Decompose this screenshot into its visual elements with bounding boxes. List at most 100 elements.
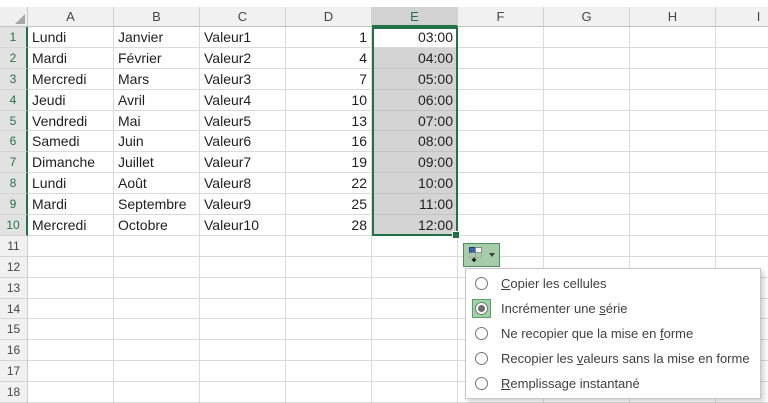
row-header-11[interactable]: 11 <box>0 235 28 257</box>
cell-E7[interactable]: 09:00 <box>372 152 458 174</box>
cell-G11[interactable] <box>544 235 630 257</box>
cell-D4[interactable]: 10 <box>286 89 372 111</box>
cell-E18[interactable] <box>372 382 458 403</box>
cell-A18[interactable] <box>28 382 114 403</box>
cell-G10[interactable] <box>544 215 630 236</box>
cell-B5[interactable]: Mai <box>114 110 200 132</box>
cell-C3[interactable]: Valeur3 <box>200 68 286 90</box>
cell-A15[interactable] <box>28 319 114 341</box>
cell-B16[interactable] <box>114 340 200 362</box>
cell-A16[interactable] <box>28 340 114 362</box>
cell-E8[interactable]: 10:00 <box>372 173 458 195</box>
cell-C9[interactable]: Valeur9 <box>200 194 286 216</box>
cell-C2[interactable]: Valeur2 <box>200 47 286 69</box>
fill-options-button[interactable] <box>463 243 500 267</box>
cell-B15[interactable] <box>114 319 200 341</box>
cell-A9[interactable]: Mardi <box>28 194 114 216</box>
cell-H2[interactable] <box>630 47 716 69</box>
cell-E15[interactable] <box>372 319 458 341</box>
cell-I1[interactable] <box>716 27 768 48</box>
cell-C17[interactable] <box>200 361 286 383</box>
cell-G4[interactable] <box>544 89 630 111</box>
cell-D18[interactable] <box>286 382 372 403</box>
row-header-1[interactable]: 1 <box>0 27 28 48</box>
cell-E10[interactable]: 12:00 <box>372 215 458 236</box>
row-header-10[interactable]: 10 <box>0 215 28 236</box>
column-header-I[interactable]: I <box>716 7 768 27</box>
cell-A7[interactable]: Dimanche <box>28 152 114 174</box>
cell-E12[interactable] <box>372 256 458 278</box>
cell-B14[interactable] <box>114 298 200 320</box>
row-header-13[interactable]: 13 <box>0 277 28 299</box>
cell-D14[interactable] <box>286 298 372 320</box>
cell-G2[interactable] <box>544 47 630 69</box>
row-header-8[interactable]: 8 <box>0 173 28 195</box>
cell-I8[interactable] <box>716 173 768 195</box>
cell-C16[interactable] <box>200 340 286 362</box>
row-header-7[interactable]: 7 <box>0 152 28 174</box>
cell-A17[interactable] <box>28 361 114 383</box>
cell-D9[interactable]: 25 <box>286 194 372 216</box>
radio-icon[interactable] <box>472 324 491 343</box>
cell-I7[interactable] <box>716 152 768 174</box>
cell-B9[interactable]: Septembre <box>114 194 200 216</box>
cell-C10[interactable]: Valeur10 <box>200 215 286 236</box>
row-header-5[interactable]: 5 <box>0 110 28 132</box>
cell-C18[interactable] <box>200 382 286 403</box>
cell-F9[interactable] <box>458 194 544 216</box>
cell-G5[interactable] <box>544 110 630 132</box>
cell-G9[interactable] <box>544 194 630 216</box>
cell-I11[interactable] <box>716 235 768 257</box>
cell-A6[interactable]: Samedi <box>28 131 114 153</box>
cell-I10[interactable] <box>716 215 768 236</box>
cell-B13[interactable] <box>114 277 200 299</box>
column-header-B[interactable]: B <box>114 7 200 27</box>
cell-H7[interactable] <box>630 152 716 174</box>
cell-B18[interactable] <box>114 382 200 403</box>
cell-F2[interactable] <box>458 47 544 69</box>
cell-E3[interactable]: 05:00 <box>372 68 458 90</box>
cell-D10[interactable]: 28 <box>286 215 372 236</box>
cell-A10[interactable]: Mercredi <box>28 215 114 236</box>
cell-D13[interactable] <box>286 277 372 299</box>
cell-A3[interactable]: Mercredi <box>28 68 114 90</box>
cell-B1[interactable]: Janvier <box>114 27 200 48</box>
cell-E11[interactable] <box>372 235 458 257</box>
cell-A5[interactable]: Vendredi <box>28 110 114 132</box>
cell-F3[interactable] <box>458 68 544 90</box>
cell-B8[interactable]: Août <box>114 173 200 195</box>
cell-D6[interactable]: 16 <box>286 131 372 153</box>
cell-C11[interactable] <box>200 235 286 257</box>
cell-E9[interactable]: 11:00 <box>372 194 458 216</box>
row-header-4[interactable]: 4 <box>0 89 28 111</box>
cell-D12[interactable] <box>286 256 372 278</box>
cell-E2[interactable]: 04:00 <box>372 47 458 69</box>
row-header-12[interactable]: 12 <box>0 256 28 278</box>
column-header-G[interactable]: G <box>544 7 630 27</box>
cell-E14[interactable] <box>372 298 458 320</box>
cell-A1[interactable]: Lundi <box>28 27 114 48</box>
cell-F8[interactable] <box>458 173 544 195</box>
cell-H4[interactable] <box>630 89 716 111</box>
fill-menu-item-3[interactable]: Ne recopier que la mise en forme <box>466 321 760 346</box>
cell-H11[interactable] <box>630 235 716 257</box>
cell-D7[interactable]: 19 <box>286 152 372 174</box>
cell-E1[interactable]: 03:00 <box>372 27 458 48</box>
cell-I6[interactable] <box>716 131 768 153</box>
cell-B2[interactable]: Février <box>114 47 200 69</box>
cell-C6[interactable]: Valeur6 <box>200 131 286 153</box>
column-header-C[interactable]: C <box>200 7 286 27</box>
cell-D2[interactable]: 4 <box>286 47 372 69</box>
cell-C7[interactable]: Valeur7 <box>200 152 286 174</box>
cell-H3[interactable] <box>630 68 716 90</box>
cell-D8[interactable]: 22 <box>286 173 372 195</box>
row-header-9[interactable]: 9 <box>0 194 28 216</box>
radio-icon[interactable] <box>472 274 491 293</box>
cell-F5[interactable] <box>458 110 544 132</box>
cell-C5[interactable]: Valeur5 <box>200 110 286 132</box>
row-header-18[interactable]: 18 <box>0 382 28 403</box>
cell-I9[interactable] <box>716 194 768 216</box>
cell-F1[interactable] <box>458 27 544 48</box>
cell-A2[interactable]: Mardi <box>28 47 114 69</box>
cell-G8[interactable] <box>544 173 630 195</box>
